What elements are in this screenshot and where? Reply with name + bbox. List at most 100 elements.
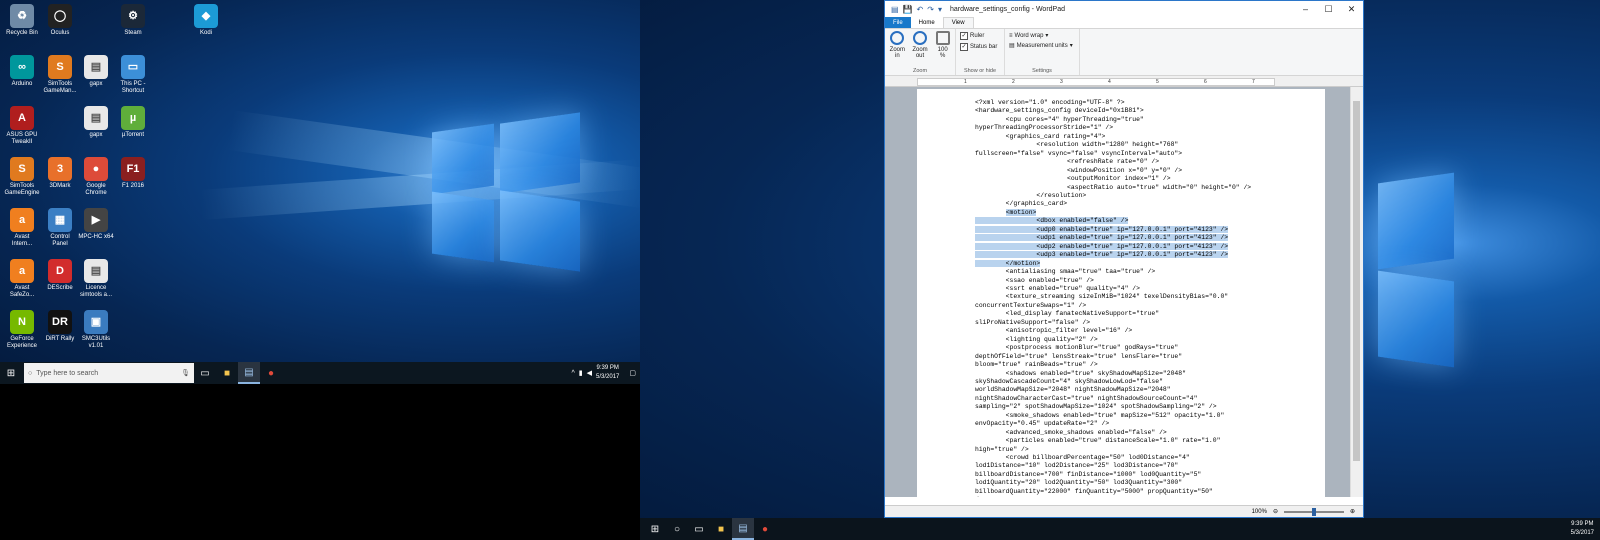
file-explorer-button-secondary[interactable]: ■	[710, 518, 732, 540]
ruler[interactable]: 1 2 3 4 5 6 7	[885, 76, 1363, 87]
tab-view[interactable]: View	[942, 17, 974, 28]
minimize-button[interactable]: –	[1294, 4, 1317, 15]
chrome-taskbar-button[interactable]: ●	[260, 362, 282, 384]
desktop-icon[interactable]: 3 3DMark	[42, 157, 78, 190]
close-button[interactable]: ✕	[1340, 4, 1363, 15]
zoom-out-minus-icon[interactable]: ⊖	[1273, 508, 1278, 515]
wordpad-app-icon[interactable]: ▤	[891, 5, 899, 14]
desktop-icon[interactable]: DR DiRT Rally	[42, 310, 78, 343]
avast-icon: a	[10, 259, 34, 283]
desktop-icon[interactable]: ▶ MPC-HC x64	[78, 208, 114, 241]
folder-icon: ■	[717, 523, 725, 535]
task-view-button[interactable]: ▭	[194, 362, 216, 384]
network-icon[interactable]: ▮	[579, 369, 583, 377]
zoom-in-plus-icon[interactable]: ⊕	[1350, 508, 1355, 515]
desktop-icon[interactable]: ▤ gapx	[78, 106, 114, 139]
scrollbar-thumb[interactable]	[1353, 101, 1360, 461]
desktop-icon-label: F1 2016	[121, 183, 145, 189]
ruler-mark: 6	[1204, 79, 1207, 85]
undo-icon[interactable]: ↶	[917, 5, 924, 14]
show-hide-group-label: Show or hide	[963, 68, 997, 74]
file-explorer-button[interactable]: ■	[216, 362, 238, 384]
desktop-icon[interactable]: ▤ Licence simtools a...	[78, 259, 114, 299]
redo-icon[interactable]: ↷	[927, 5, 934, 14]
avast-icon: a	[10, 208, 34, 232]
desktop-icon-label: MPC-HC x64	[78, 234, 114, 240]
zoom-out-button[interactable]: Zoom out	[912, 31, 929, 73]
desktop-icon[interactable]: ♻ Recycle Bin	[4, 4, 40, 37]
desktop-icon-label: Avast Intern...	[11, 234, 33, 247]
desktop-icon[interactable]: F1 F1 2016	[115, 157, 151, 190]
save-icon[interactable]: 💾	[903, 5, 913, 14]
wordpad-taskbar-button[interactable]: ▤	[238, 362, 260, 384]
zoom-in-button[interactable]: Zoom in	[889, 31, 906, 73]
ruler-mark: 7	[1252, 79, 1255, 85]
desktop-icon[interactable]: S SimTools GameEngine	[4, 157, 40, 197]
desktop-icon-label: ASUS GPU TweakII	[6, 132, 38, 145]
describe-icon: D	[48, 259, 72, 283]
mpc-icon: ▶	[84, 208, 108, 232]
desktop-icon[interactable]: ∞ Arduino	[4, 55, 40, 88]
desktop-icon[interactable]: a Avast Intern...	[4, 208, 40, 248]
f1-icon: F1	[121, 157, 145, 181]
desktop-icon[interactable]: ▤ gapx	[78, 55, 114, 88]
left-monitor-empty-area	[0, 384, 640, 540]
notifications-icon[interactable]: ▢	[629, 369, 636, 377]
desktop-icon-label: Avast SafeZo...	[9, 285, 35, 298]
start-button-secondary[interactable]: ⊞	[644, 518, 666, 540]
desktop-icon[interactable]: ▣ SMC3Utils v1.01	[78, 310, 114, 350]
desktop-icon[interactable]: N GeForce Experience	[4, 310, 40, 350]
desktop-icon-label: Kodi	[199, 30, 212, 36]
desktop-icon[interactable]: ▭ This PC - Shortcut	[115, 55, 151, 95]
desktop-icon[interactable]: µ µTorrent	[115, 106, 151, 139]
desktop-icon[interactable]: ◆ Kodi	[188, 4, 224, 37]
desktop-icon[interactable]: ◯ Oculus	[42, 4, 78, 37]
desktop-icon[interactable]: S SimTools GameMan...	[42, 55, 78, 95]
taskbar-clock[interactable]: 9:39 PM 5/3/2017	[596, 364, 619, 382]
wordpad-taskbar-button-secondary[interactable]: ▤	[732, 518, 754, 540]
desktop-icon[interactable]: D DEScribe	[42, 259, 78, 292]
desktop-icon[interactable]: a Avast SafeZo...	[4, 259, 40, 299]
ribbon-tabs: File Home View	[885, 17, 1363, 28]
zoom-slider[interactable]	[1283, 507, 1344, 516]
vertical-scrollbar[interactable]	[1350, 87, 1363, 497]
desktop-icon[interactable]: A ASUS GPU TweakII	[4, 106, 40, 146]
desktop-icon-label: SimTools GameEngine	[4, 183, 40, 196]
desktop-icon[interactable]: ● Google Chrome	[78, 157, 114, 197]
customize-toolbar-icon[interactable]: ▾	[938, 5, 942, 14]
volume-icon[interactable]: ◀	[587, 369, 592, 377]
cortana-button[interactable]: ○	[666, 518, 688, 540]
desktop-icon-label: SimTools GameMan...	[43, 81, 77, 94]
taskbar-clock-secondary[interactable]: 9:39 PM 5/3/2017	[1571, 520, 1594, 538]
chevron-up-icon[interactable]: ^	[571, 370, 574, 377]
word-wrap-button[interactable]: ≡ Word wrap ▾	[1009, 32, 1075, 40]
show-hide-group: ✓ Ruler ✓ Status bar Show or hide	[956, 29, 1005, 75]
chrome-taskbar-button-secondary[interactable]: ●	[754, 518, 776, 540]
document-text[interactable]: <?xml version="1.0" encoding="UTF-8" ?> …	[975, 99, 1251, 497]
desktop-icon[interactable]: ⚙ Steam	[115, 4, 151, 37]
document-area[interactable]: <?xml version="1.0" encoding="UTF-8" ?> …	[885, 87, 1351, 497]
task-view-icon: ▭	[694, 523, 704, 535]
search-box[interactable]: ○ Type here to search 🎙	[24, 363, 194, 383]
zoom-slider-knob[interactable]	[1311, 507, 1316, 516]
status-bar-checkbox[interactable]: ✓ Status bar	[960, 43, 1000, 51]
measurement-units-button[interactable]: ▤ Measurement units ▾	[1009, 42, 1075, 50]
ruler-checkbox[interactable]: ✓ Ruler	[960, 32, 1000, 40]
tab-home[interactable]: Home	[911, 17, 943, 28]
document-page[interactable]: <?xml version="1.0" encoding="UTF-8" ?> …	[917, 89, 1325, 497]
arduino-icon: ∞	[10, 55, 34, 79]
simtools-icon: S	[48, 55, 72, 79]
task-view-button-secondary[interactable]: ▭	[688, 518, 710, 540]
microphone-icon[interactable]: 🎙	[181, 369, 190, 377]
desktop-icon[interactable]: ▦ Control Panel	[42, 208, 78, 248]
desktop-icon-label: GeForce Experience	[6, 336, 38, 349]
desktop-icon-label: DiRT Rally	[45, 336, 75, 342]
desktop-icon-label: Licence simtools a...	[79, 285, 112, 298]
chrome-icon: ●	[761, 523, 769, 535]
maximize-button[interactable]: ☐	[1317, 4, 1340, 15]
ruler-mark: 2	[1012, 79, 1015, 85]
simtools-icon: S	[10, 157, 34, 181]
tab-file[interactable]: File	[885, 17, 911, 28]
zoom-100-button[interactable]: 100 %	[934, 31, 951, 73]
start-button[interactable]: ⊞	[0, 362, 22, 384]
